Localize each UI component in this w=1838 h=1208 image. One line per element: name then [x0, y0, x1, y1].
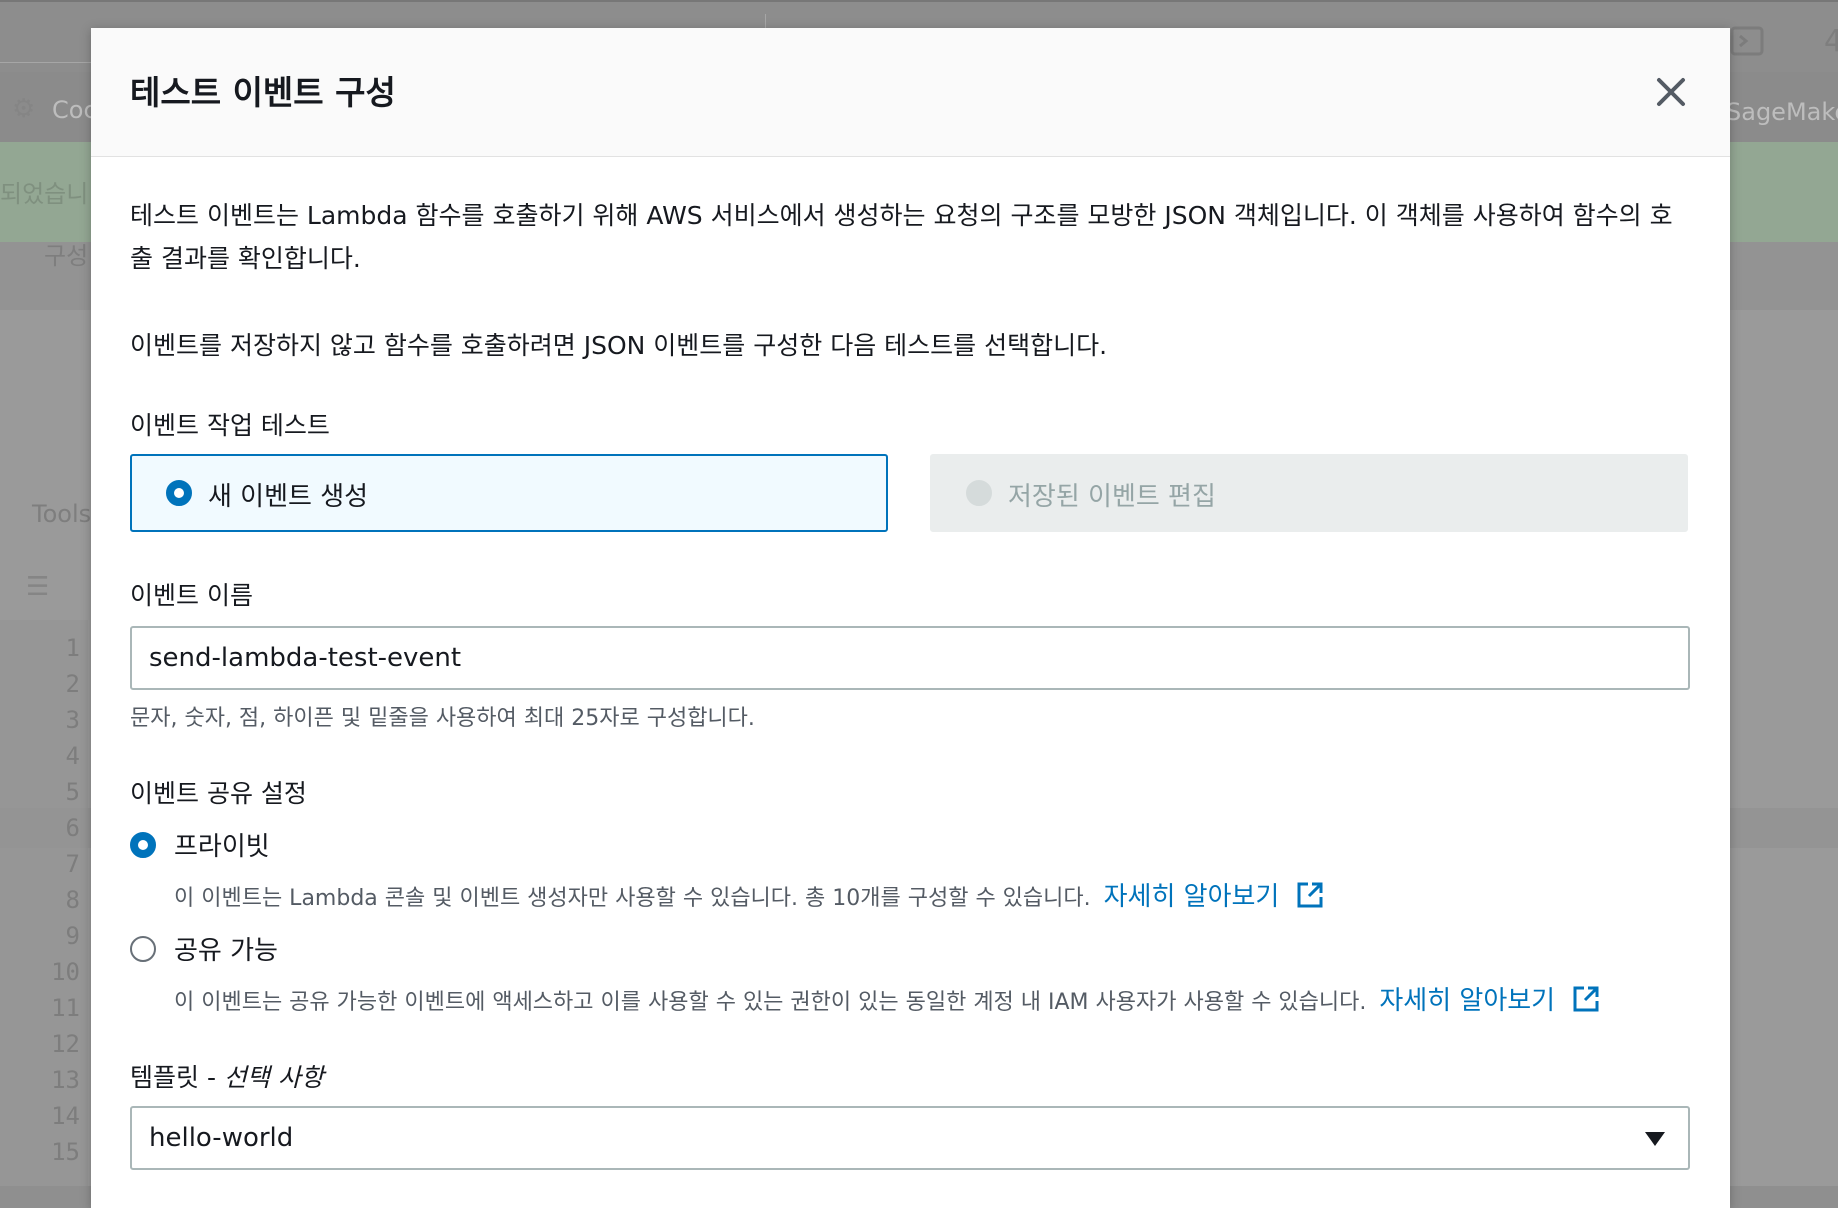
template-optional-text: 선택 사항 — [223, 1063, 324, 1092]
shareable-label[interactable]: 공유 가능 — [174, 930, 278, 967]
event-name-input[interactable]: send-lambda-test-event — [130, 626, 1690, 690]
line-number: 5 — [65, 778, 80, 806]
background-tools-label: Tools — [32, 500, 92, 528]
line-number: 8 — [65, 886, 80, 914]
edit-saved-event-radio — [966, 480, 992, 506]
private-description-text: 이 이벤트는 Lambda 콘솔 및 이벤트 생성자만 사용할 수 있습니다. … — [174, 886, 1091, 911]
template-label: 템플릿 - 선택 사항 — [130, 1058, 324, 1094]
create-new-event-tile[interactable]: 새 이벤트 생성 — [130, 454, 888, 532]
template-select[interactable]: hello-world — [130, 1106, 1690, 1170]
shareable-radio[interactable] — [130, 936, 156, 962]
template-select-value: hello-world — [149, 1123, 294, 1153]
external-link-icon[interactable] — [1572, 985, 1600, 1013]
file-tree-icon: ☰ — [26, 572, 50, 602]
event-action-label: 이벤트 작업 테스트 — [130, 411, 330, 440]
line-number: 13 — [51, 1066, 80, 1094]
line-number: 12 — [51, 1030, 80, 1058]
create-new-event-radio[interactable] — [166, 480, 192, 506]
edit-saved-event-label: 저장된 이벤트 편집 — [1008, 482, 1216, 512]
shareable-learn-more-link[interactable]: 자세히 알아보기 — [1379, 986, 1555, 1016]
line-number: 7 — [65, 850, 80, 878]
line-number: 1 — [65, 634, 80, 662]
background-banner-fragment: 되었습니 — [0, 180, 89, 208]
shareable-description-text: 이 이벤트는 공유 가능한 이벤트에 액세스하고 이를 사용할 수 있는 권한이… — [174, 990, 1367, 1015]
close-button[interactable] — [1651, 72, 1691, 112]
background-tab-fragment: 구성 — [44, 242, 89, 270]
line-number: 14 — [51, 1102, 80, 1130]
background-nav-left: Coc — [52, 96, 97, 124]
line-number: 11 — [51, 994, 80, 1022]
private-learn-more-link[interactable]: 자세히 알아보기 — [1104, 882, 1280, 912]
private-radio[interactable] — [130, 832, 156, 858]
line-number: 10 — [51, 958, 80, 986]
instruction-text: 이벤트를 저장하지 않고 함수를 호출하려면 JSON 이벤트를 구성한 다음 … — [130, 331, 1108, 360]
line-number: 15 — [51, 1138, 80, 1166]
event-name-label: 이벤트 이름 — [130, 581, 253, 610]
external-link-icon[interactable] — [1296, 881, 1324, 909]
shareable-description: 이 이벤트는 공유 가능한 이벤트에 액세스하고 이를 사용할 수 있는 권한이… — [174, 980, 1600, 1017]
template-label-text: 템플릿 - — [130, 1063, 224, 1092]
edit-saved-event-tile: 저장된 이벤트 편집 — [930, 454, 1688, 532]
modal-header: 테스트 이벤트 구성 — [91, 28, 1730, 157]
configure-test-event-modal: 테스트 이벤트 구성 테스트 이벤트는 Lambda 함수를 호출하기 위해 A… — [91, 28, 1730, 1208]
create-new-event-label: 새 이벤트 생성 — [208, 482, 369, 512]
line-number: 9 — [65, 922, 80, 950]
private-description: 이 이벤트는 Lambda 콘솔 및 이벤트 생성자만 사용할 수 있습니다. … — [174, 876, 1324, 913]
line-number: 3 — [65, 706, 80, 734]
private-label[interactable]: 프라이빗 — [174, 826, 270, 863]
caret-down-icon — [1645, 1132, 1665, 1146]
event-name-hint: 문자, 숫자, 점, 하이픈 및 밑줄을 사용하여 최대 25자로 구성합니다. — [130, 706, 755, 731]
event-sharing-label: 이벤트 공유 설정 — [130, 779, 307, 808]
background-top-right-fragment: 4 — [1824, 24, 1838, 59]
close-icon — [1657, 78, 1685, 106]
intro-text: 테스트 이벤트는 Lambda 함수를 호출하기 위해 AWS 서비스에서 생성… — [130, 201, 1673, 273]
background-nav-right: SageMake — [1726, 98, 1838, 126]
cloudshell-icon — [1730, 26, 1764, 56]
codecommit-icon: ⚙ — [12, 94, 36, 124]
line-number: 2 — [65, 670, 80, 698]
line-number: 6 — [65, 814, 80, 842]
line-number: 4 — [65, 742, 80, 770]
modal-title: 테스트 이벤트 구성 — [130, 73, 396, 112]
